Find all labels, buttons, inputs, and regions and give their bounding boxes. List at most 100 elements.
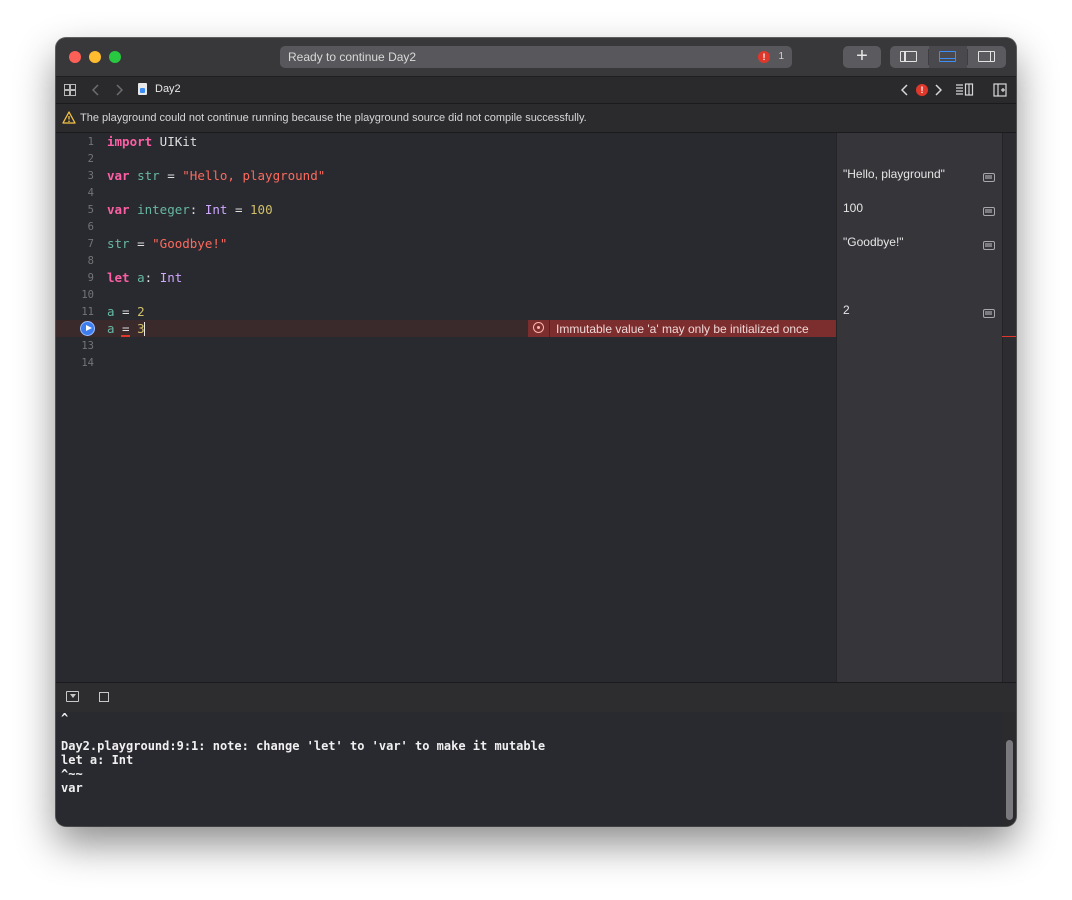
identifier: a — [137, 270, 145, 285]
forward-arrow-icon[interactable] — [115, 84, 123, 96]
status-text: Ready to continue Day2 — [288, 50, 417, 64]
identifier: a — [107, 321, 115, 336]
breadcrumb-file[interactable]: Day2 — [155, 83, 181, 95]
punctuation: : — [144, 270, 160, 285]
previous-issue-icon[interactable] — [901, 84, 909, 96]
close-window-button[interactable] — [69, 51, 81, 63]
operator: = — [114, 304, 138, 319]
issue-error-icon[interactable]: ! — [916, 84, 928, 96]
console-line: var — [61, 781, 83, 795]
identifier: str — [107, 236, 130, 251]
editor-options-icon[interactable] — [955, 83, 974, 97]
type-name: Int — [159, 270, 183, 285]
number-literal: 100 — [250, 202, 273, 217]
panel-toggle-group — [890, 46, 1006, 68]
line-number: 1 — [87, 136, 94, 148]
related-items-icon[interactable] — [64, 84, 76, 96]
line-number: 14 — [81, 357, 94, 369]
identifier: integer — [137, 202, 190, 217]
line-number-gutter: 1 2 3 4 5 6 7 8 9 10 11 13 14 — [56, 133, 98, 682]
minimize-window-button[interactable] — [89, 51, 101, 63]
identifier: a — [107, 304, 115, 319]
error-badge-icon: ! — [758, 51, 770, 63]
code-line: var integer: Int = 100 — [107, 202, 273, 217]
code-line: var str = "Hello, playground" — [107, 168, 325, 183]
line-number: 13 — [81, 340, 94, 352]
error-scroll-marker — [1002, 336, 1016, 337]
line-number: 7 — [87, 238, 94, 250]
operator: = — [129, 236, 153, 251]
result-value: 2 — [843, 303, 850, 317]
inspector-panel-icon — [978, 51, 995, 62]
line-number: 8 — [87, 255, 94, 267]
code-line: let a: Int — [107, 270, 182, 285]
text-cursor — [144, 322, 145, 336]
quick-look-icon[interactable] — [983, 207, 995, 216]
console-output[interactable]: ^ Day2.playground:9:1: note: change 'let… — [56, 711, 1002, 826]
line-number: 4 — [87, 187, 94, 199]
hide-debug-area-icon[interactable] — [66, 691, 79, 702]
quick-look-icon[interactable] — [983, 173, 995, 182]
line-number: 10 — [81, 289, 94, 301]
warning-message: The playground could not continue runnin… — [80, 112, 587, 124]
number-literal: 2 — [137, 304, 145, 319]
code-text: UIKit — [152, 134, 198, 149]
result-value: "Hello, playground" — [843, 167, 945, 181]
debug-panel-icon — [939, 51, 956, 62]
code-line: import UIKit — [107, 134, 197, 149]
line-number: 3 — [87, 170, 94, 182]
result-value: "Goodbye!" — [843, 235, 904, 249]
editor-scrollbar[interactable] — [1002, 133, 1016, 682]
string-literal: "Goodbye!" — [152, 236, 228, 251]
activity-status[interactable]: Ready to continue Day2 ! 1 — [280, 46, 792, 68]
divider — [549, 320, 550, 337]
identifier: str — [137, 168, 160, 183]
console-line: Day2.playground:9:1: note: change 'let' … — [61, 739, 546, 753]
console-line: let a: Int — [61, 753, 134, 767]
next-issue-icon[interactable] — [934, 84, 942, 96]
debug-bar — [56, 682, 1016, 713]
error-count: 1 — [778, 51, 784, 62]
quick-look-icon[interactable] — [983, 309, 995, 318]
error-circle-icon — [533, 322, 544, 333]
add-editor-icon[interactable] — [993, 83, 1007, 97]
result-value: 100 — [843, 201, 864, 215]
error-annotation[interactable]: Immutable value 'a' may only be initiali… — [528, 320, 836, 337]
code-line: a = 3 — [107, 321, 145, 336]
stop-playground-icon[interactable] — [99, 692, 109, 702]
line-number: 6 — [87, 221, 94, 233]
code-line: str = "Goodbye!" — [107, 236, 227, 251]
results-sidebar: "Hello, playground" 100 "Goodbye!" 2 — [836, 133, 1003, 682]
operator: = — [159, 168, 183, 183]
line-number: 11 — [81, 306, 94, 318]
title-bar: Ready to continue Day2 ! 1 + — [56, 38, 1016, 77]
xcode-window: Ready to continue Day2 ! 1 + Day2 ! The … — [56, 38, 1016, 826]
line-number: 5 — [87, 204, 94, 216]
keyword: var — [107, 202, 130, 217]
error-message: Immutable value 'a' may only be initiali… — [556, 322, 809, 336]
toggle-debug-area-button[interactable] — [929, 46, 967, 68]
run-to-line-button[interactable] — [80, 321, 95, 336]
warning-icon — [62, 111, 76, 124]
jump-bar: Day2 ! — [56, 77, 1016, 104]
console-line: ^~~ — [61, 767, 83, 781]
toggle-inspector-button[interactable] — [968, 46, 1006, 68]
playground-file-icon — [138, 83, 147, 95]
quick-look-icon[interactable] — [983, 241, 995, 250]
add-library-button[interactable]: + — [843, 46, 881, 68]
zoom-window-button[interactable] — [109, 51, 121, 63]
source-editor[interactable]: Immutable value 'a' may only be initiali… — [56, 133, 836, 682]
code-line: a = 2 — [107, 304, 145, 319]
warning-banner: The playground could not continue runnin… — [56, 104, 1016, 133]
keyword: import — [107, 134, 153, 149]
operator: = — [114, 321, 138, 336]
line-number: 9 — [87, 272, 94, 284]
punctuation: : — [189, 202, 205, 217]
console-scrollbar[interactable] — [1002, 712, 1016, 826]
keyword: var — [107, 168, 130, 183]
toggle-navigator-button[interactable] — [890, 46, 928, 68]
scroll-thumb[interactable] — [1006, 740, 1013, 820]
console-line: ^ — [61, 711, 69, 725]
back-arrow-icon[interactable] — [92, 84, 100, 96]
keyword: let — [107, 270, 130, 285]
